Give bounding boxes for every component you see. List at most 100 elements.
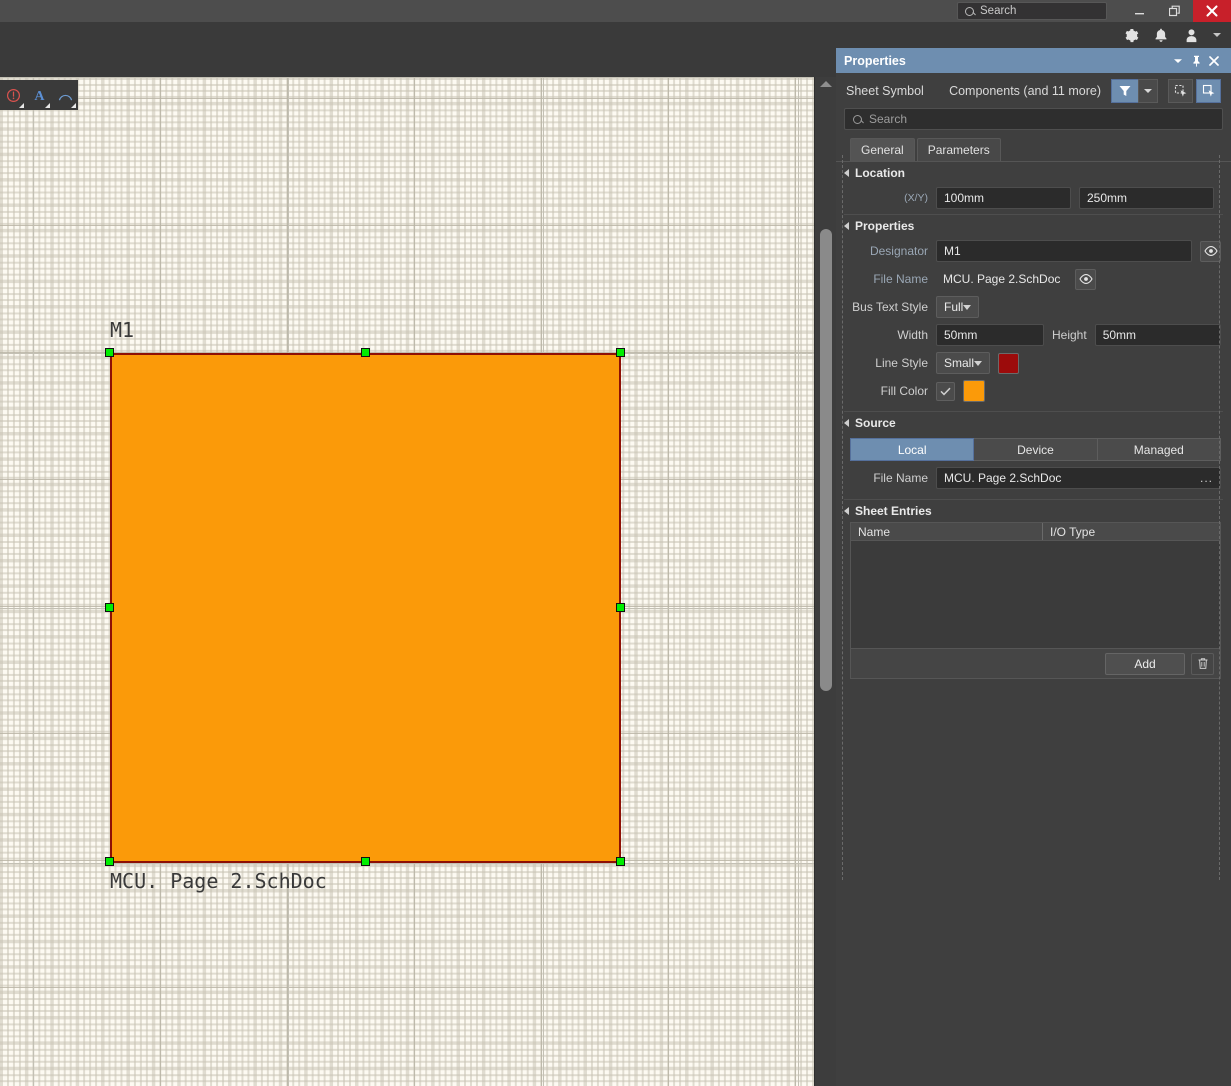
column-header-name[interactable]: Name bbox=[851, 523, 1043, 540]
filename-label: File Name bbox=[873, 272, 928, 286]
location-x-input[interactable]: 100mm bbox=[936, 187, 1071, 209]
sheet-symbol-designator-text[interactable]: M1 bbox=[110, 318, 134, 342]
object-scope-label: Components (and 11 more) bbox=[949, 83, 1101, 98]
tab-parameters[interactable]: Parameters bbox=[916, 138, 1001, 161]
minimize-button[interactable] bbox=[1121, 0, 1157, 22]
designator-label: Designator bbox=[869, 244, 928, 258]
resize-handle-middle-right[interactable] bbox=[616, 603, 625, 612]
bus-text-style-value: Full bbox=[944, 300, 964, 314]
section-header-sheet-entries[interactable]: Sheet Entries bbox=[836, 500, 1231, 522]
canvas-floating-toolbar[interactable]: A bbox=[0, 80, 78, 110]
panel-menu-chevron-down-icon[interactable] bbox=[1169, 48, 1187, 73]
section-header-source[interactable]: Source bbox=[836, 412, 1231, 434]
bus-text-style-select[interactable]: Full bbox=[936, 296, 980, 318]
width-input[interactable]: 50mm bbox=[936, 324, 1044, 346]
location-xy-label: (X/Y) bbox=[904, 192, 928, 204]
location-y-input[interactable]: 250mm bbox=[1079, 187, 1214, 209]
collapse-triangle-icon bbox=[844, 169, 849, 177]
source-filename-input[interactable]: MCU. Page 2.SchDoc ... bbox=[936, 467, 1221, 489]
search-icon bbox=[965, 6, 974, 16]
source-filename-label: File Name bbox=[873, 471, 928, 485]
account-chevron-down-icon[interactable] bbox=[1213, 33, 1221, 37]
select-all-objects-icon[interactable] bbox=[1168, 78, 1193, 103]
gear-icon[interactable] bbox=[1123, 27, 1139, 43]
resize-handle-bottom-center[interactable] bbox=[361, 857, 370, 866]
section-location-label: Location bbox=[855, 166, 905, 180]
add-sheet-entry-button[interactable]: Add bbox=[1105, 652, 1185, 675]
line-style-value: Small bbox=[944, 356, 975, 370]
close-button[interactable] bbox=[1193, 0, 1231, 22]
sheet-symbol-shape[interactable] bbox=[110, 353, 621, 863]
user-avatar-icon[interactable] bbox=[1183, 27, 1199, 43]
fill-color-swatch[interactable] bbox=[963, 380, 985, 402]
designator-visibility-eye-icon[interactable] bbox=[1200, 240, 1221, 262]
line-style-label: Line Style bbox=[875, 356, 928, 370]
column-header-io-type[interactable]: I/O Type bbox=[1043, 525, 1220, 539]
canvas-guide-horizontal bbox=[0, 863, 814, 864]
application-toolbar bbox=[0, 22, 1231, 48]
canvas-guide-horizontal bbox=[0, 77, 814, 78]
section-header-properties[interactable]: Properties bbox=[836, 215, 1231, 237]
panel-content-right-edge bbox=[1219, 155, 1220, 880]
sheet-entries-table-body[interactable] bbox=[850, 541, 1221, 649]
global-search-input[interactable]: Search bbox=[957, 2, 1107, 20]
browse-ellipsis-icon[interactable]: ... bbox=[1200, 471, 1213, 485]
panel-content-left-edge bbox=[842, 155, 843, 880]
properties-panel-header: Properties bbox=[836, 48, 1231, 73]
filter-funnel-icon[interactable] bbox=[1111, 78, 1138, 103]
height-label: Height bbox=[1052, 328, 1087, 342]
collapse-triangle-icon bbox=[844, 222, 849, 230]
source-mode-segmented-control: Local Device Managed bbox=[850, 438, 1221, 461]
select-single-object-icon[interactable] bbox=[1196, 78, 1221, 103]
line-color-swatch[interactable] bbox=[998, 352, 1020, 374]
pin-icon[interactable] bbox=[1187, 48, 1205, 73]
editor-top-strip bbox=[0, 48, 836, 77]
fill-color-checkbox[interactable] bbox=[936, 381, 955, 401]
tab-general[interactable]: General bbox=[850, 138, 915, 161]
panel-search-input[interactable]: Search bbox=[844, 108, 1223, 130]
scrollbar-thumb[interactable] bbox=[820, 229, 832, 691]
fill-color-label: Fill Color bbox=[880, 384, 928, 398]
designator-input[interactable]: M1 bbox=[936, 240, 1192, 262]
section-header-location[interactable]: Location bbox=[836, 162, 1231, 184]
resize-handle-bottom-left[interactable] bbox=[105, 857, 114, 866]
scroll-up-arrow-icon[interactable] bbox=[820, 81, 832, 87]
resize-handle-top-center[interactable] bbox=[361, 348, 370, 357]
filter-dropdown-button[interactable] bbox=[1138, 78, 1158, 103]
delete-sheet-entry-trash-icon[interactable] bbox=[1191, 652, 1214, 675]
properties-panel-subheader: Sheet Symbol Components (and 11 more) bbox=[836, 73, 1231, 108]
section-sheet-entries-label: Sheet Entries bbox=[855, 504, 932, 518]
collapse-triangle-icon bbox=[844, 507, 849, 515]
panel-search-placeholder: Search bbox=[869, 112, 908, 126]
close-icon[interactable] bbox=[1205, 48, 1223, 73]
object-type-label: Sheet Symbol bbox=[846, 83, 924, 98]
source-option-local[interactable]: Local bbox=[850, 438, 975, 461]
collapse-triangle-icon bbox=[844, 419, 849, 427]
source-filename-value: MCU. Page 2.SchDoc bbox=[944, 471, 1062, 485]
no-entry-icon[interactable] bbox=[0, 80, 26, 110]
width-label: Width bbox=[897, 328, 928, 342]
section-properties-label: Properties bbox=[855, 219, 915, 233]
resize-handle-bottom-right[interactable] bbox=[616, 857, 625, 866]
resize-handle-top-right[interactable] bbox=[616, 348, 625, 357]
resize-handle-middle-left[interactable] bbox=[105, 603, 114, 612]
canvas-guide-vertical bbox=[798, 77, 799, 1086]
canvas-guide-vertical bbox=[33, 77, 34, 1086]
section-source-label: Source bbox=[855, 416, 896, 430]
arc-icon[interactable] bbox=[52, 80, 78, 110]
line-style-select[interactable]: Small bbox=[936, 352, 991, 374]
source-option-managed[interactable]: Managed bbox=[1097, 438, 1221, 461]
height-input[interactable]: 50mm bbox=[1094, 324, 1221, 346]
resize-handle-top-left[interactable] bbox=[105, 348, 114, 357]
sheet-symbol-filename-text[interactable]: MCU. Page 2.SchDoc bbox=[110, 869, 327, 893]
chevron-down-icon bbox=[963, 304, 972, 310]
text-a-icon[interactable]: A bbox=[26, 80, 52, 110]
properties-panel: Properties Sheet Symbol Components (and … bbox=[836, 48, 1231, 1086]
restore-button[interactable] bbox=[1157, 0, 1193, 22]
filename-visibility-eye-icon[interactable] bbox=[1075, 268, 1097, 290]
window-title-bar: Search bbox=[0, 0, 1231, 22]
canvas-vertical-scrollbar[interactable] bbox=[814, 77, 836, 1086]
bell-icon[interactable] bbox=[1153, 27, 1169, 43]
svg-text:A: A bbox=[34, 88, 45, 103]
source-option-device[interactable]: Device bbox=[974, 438, 1098, 461]
